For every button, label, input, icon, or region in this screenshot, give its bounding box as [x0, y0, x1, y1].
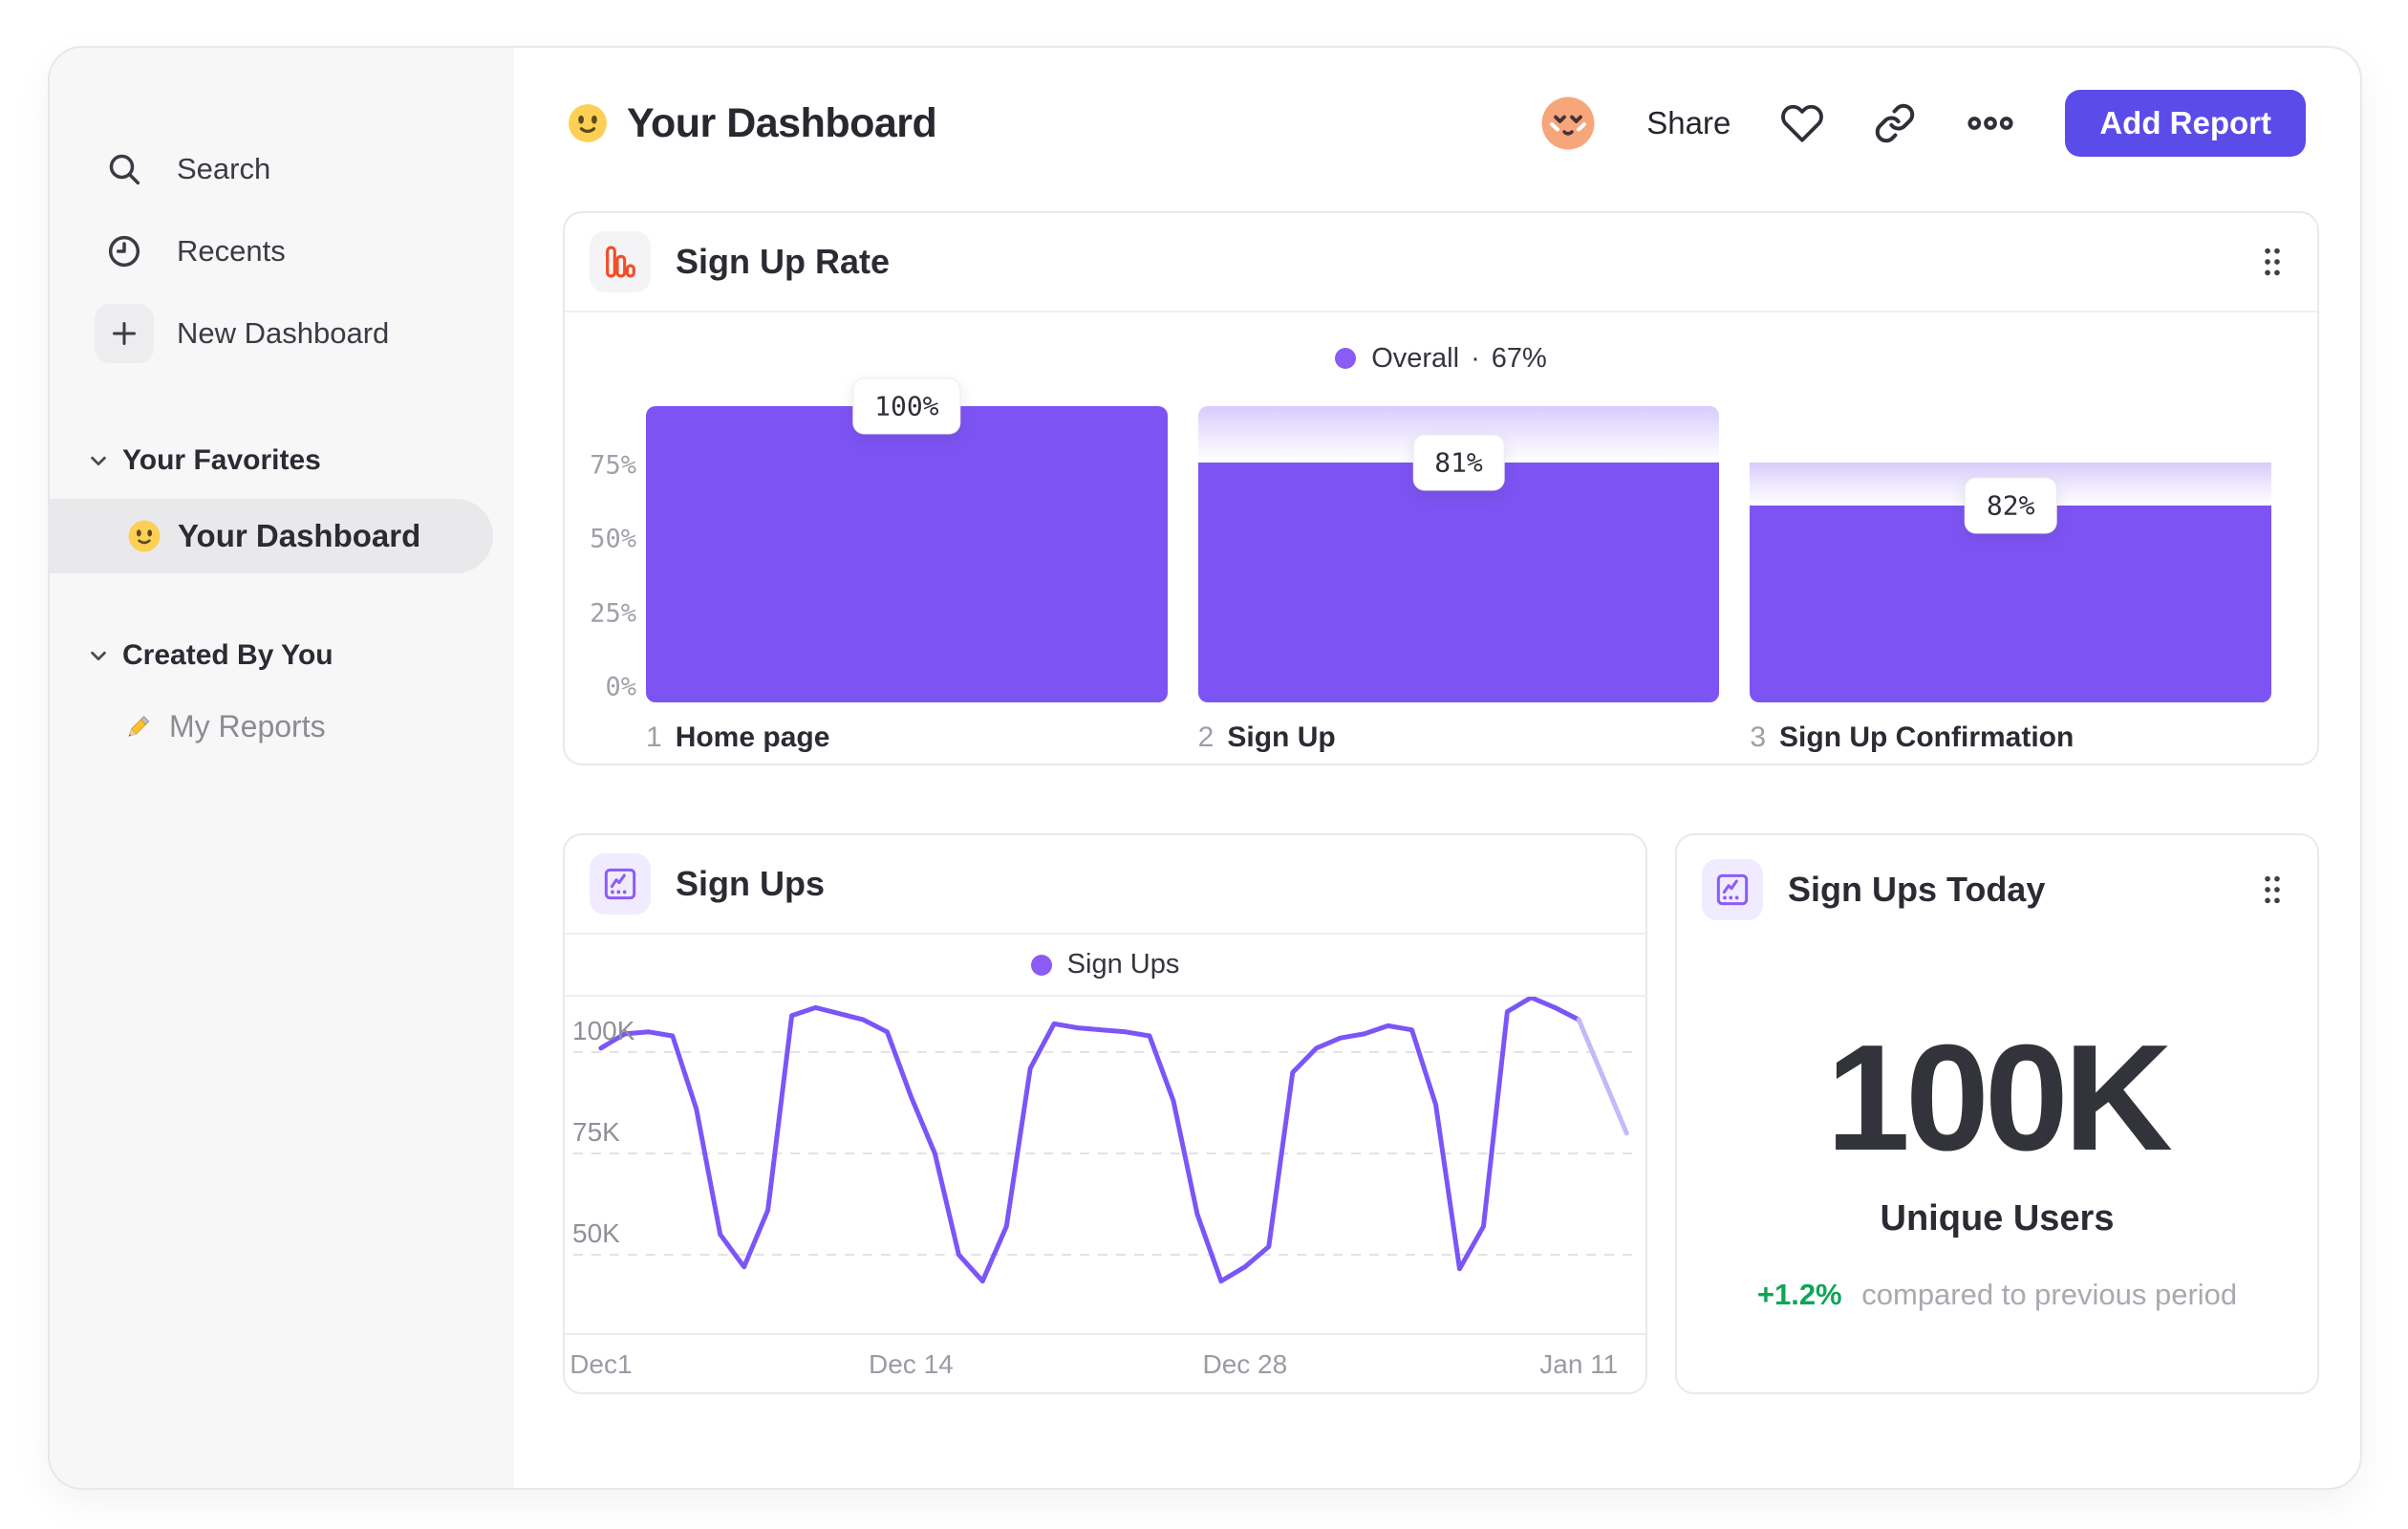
funnel-y-tick: 50%: [590, 524, 636, 554]
clock-icon: [95, 222, 154, 281]
card-header: Sign Up Rate: [565, 213, 2317, 312]
funnel-y-tick: 75%: [590, 450, 636, 480]
signups-line: [598, 997, 1581, 1284]
card-title: Sign Ups Today: [1788, 870, 2046, 909]
kpi-unit-label: Unique Users: [1880, 1198, 2115, 1238]
line-chart-svg: [573, 997, 1640, 1284]
signups-line: [1576, 1017, 1629, 1136]
conversion-badge: 100%: [852, 377, 961, 435]
line-x-tick: Dec1: [570, 1348, 633, 1379]
legend-value: 67%: [1491, 342, 1547, 374]
sign-up-rate-card: Sign Up Rate Overall · 67% 75% 50% 25% 0% 1…: [563, 211, 2319, 765]
section-label: Created By You: [122, 639, 333, 671]
sign-ups-card: Sign Ups Sign Ups 100K 75K 50K Dec1 Dec 14 D…: [563, 833, 1647, 1394]
more-options-button[interactable]: [1966, 98, 2015, 148]
funnel-solid-segment: [1750, 506, 2272, 702]
kpi-delta: +1.2%: [1756, 1278, 1842, 1311]
step-name: Sign Up: [1227, 721, 1336, 753]
pencil-emoji: [121, 709, 156, 743]
step-number: 3: [1750, 721, 1767, 753]
line-y-tick: 75K: [572, 1117, 620, 1147]
add-report-button[interactable]: Add Report: [2065, 90, 2306, 157]
line-chart-icon: [1702, 859, 1763, 920]
funnel-solid-segment: [646, 406, 1168, 702]
kpi-delta-note: compared to previous period: [1861, 1278, 2238, 1311]
legend-label: Sign Ups: [1066, 949, 1180, 980]
card-header: Sign Ups Today: [1677, 841, 2317, 938]
sidebar-item-label: New Dashboard: [177, 316, 390, 350]
funnel-bar: 100%: [646, 377, 1168, 702]
smiley-emoji: [566, 101, 610, 145]
share-label: Share: [1646, 105, 1731, 140]
kpi-value: 100K: [1826, 1014, 2173, 1182]
funnel-y-tick: 25%: [590, 598, 636, 628]
plus-icon: [95, 304, 154, 363]
line-y-tick: 50K: [572, 1218, 620, 1248]
dashboard-titlebar: Your Dashboard Share Add Report: [514, 88, 2360, 159]
sidebar: Search Recents New Dashboard Your Favori…: [50, 48, 514, 1488]
line-x-axis: Dec1 Dec 14 Dec 28 Jan 11: [565, 1335, 1645, 1393]
share-button[interactable]: Share: [1646, 105, 1731, 141]
legend-dot: [1030, 954, 1052, 976]
chevron-down-icon: [88, 450, 109, 471]
section-label: Your Favorites: [122, 444, 321, 476]
sidebar-item-your-dashboard-active[interactable]: Your Dashboard: [50, 499, 493, 573]
funnel-step-label: 1 Home page: [646, 721, 1168, 754]
favorite-heart-button[interactable]: [1780, 101, 1824, 145]
sidebar-item-label: Recents: [177, 234, 286, 268]
kpi-delta-row: +1.2% compared to previous period: [1677, 1278, 2317, 1312]
funnel-y-tick: 0%: [605, 672, 636, 702]
copy-link-button[interactable]: [1874, 102, 1916, 144]
legend-dot: [1335, 348, 1357, 369]
legend-separator: ·: [1471, 342, 1480, 374]
step-name: Home page: [675, 721, 830, 753]
conversion-badge: 82%: [1964, 477, 2057, 534]
sidebar-item-new-dashboard[interactable]: New Dashboard: [50, 292, 514, 375]
funnel-y-axis: 75% 50% 25% 0%: [565, 406, 646, 702]
funnel-bars: 100% 81% 82%: [646, 377, 2272, 702]
sidebar-item-label: Search: [177, 152, 271, 185]
funnel-chart: 75% 50% 25% 0% 100% 81% 82%: [565, 377, 2317, 702]
conversion-badge: 81%: [1412, 434, 1505, 491]
sidebar-item-search[interactable]: Search: [50, 128, 514, 210]
sidebar-item-my-reports[interactable]: My Reports: [50, 696, 514, 757]
card-title: Sign Ups: [676, 864, 826, 903]
sidebar-item-recents[interactable]: Recents: [50, 210, 514, 292]
step-name: Sign Up Confirmation: [1779, 721, 2075, 753]
line-y-tick: 100K: [572, 1016, 635, 1045]
drag-handle-icon[interactable]: [2256, 243, 2289, 281]
line-chart-icon: [590, 853, 651, 915]
step-number: 1: [646, 721, 662, 753]
card-title: Sign Up Rate: [676, 242, 891, 281]
line-legend: Sign Ups: [565, 935, 1645, 997]
funnel-solid-segment: [1197, 462, 1720, 702]
sidebar-item-label: My Reports: [169, 708, 326, 743]
funnel-bar: 82%: [1750, 406, 2272, 702]
line-x-tick: Dec 28: [1202, 1348, 1288, 1379]
card-header: Sign Ups: [565, 835, 1645, 935]
funnel-legend: Overall · 67%: [565, 339, 2317, 377]
funnel-step-label: 3 Sign Up Confirmation: [1750, 721, 2271, 754]
chevron-down-icon: [88, 645, 109, 666]
step-number: 2: [1197, 721, 1215, 753]
line-chart: 100K 75K 50K: [565, 997, 1645, 1335]
line-x-tick: Jan 11: [1539, 1348, 1619, 1379]
favorites-section-header[interactable]: Your Favorites: [50, 434, 514, 487]
sidebar-item-label: Your Dashboard: [178, 518, 421, 553]
bar-chart-icon: [590, 231, 651, 292]
legend-label: Overall: [1371, 342, 1460, 374]
line-x-tick: Dec 14: [869, 1348, 954, 1379]
sign-ups-today-card: Sign Ups Today 100K Unique Users +1.2% c…: [1675, 833, 2319, 1394]
funnel-bar: 81%: [1197, 406, 1720, 702]
funnel-step-labels: 1 Home page 2 Sign Up 3 Sign Up Confirmation: [646, 721, 2317, 754]
main-content: Your Dashboard Share Add Report Sign Up …: [514, 48, 2360, 1488]
search-icon: [95, 140, 154, 199]
app-window: Search Recents New Dashboard Your Favori…: [48, 46, 2362, 1490]
smiley-emoji: [126, 518, 162, 554]
created-section-header[interactable]: Created By You: [50, 629, 514, 682]
avatar[interactable]: [1539, 95, 1597, 152]
page-title: Your Dashboard: [627, 99, 937, 146]
drag-handle-icon[interactable]: [2256, 871, 2289, 909]
funnel-step-label: 2 Sign Up: [1198, 721, 1720, 754]
